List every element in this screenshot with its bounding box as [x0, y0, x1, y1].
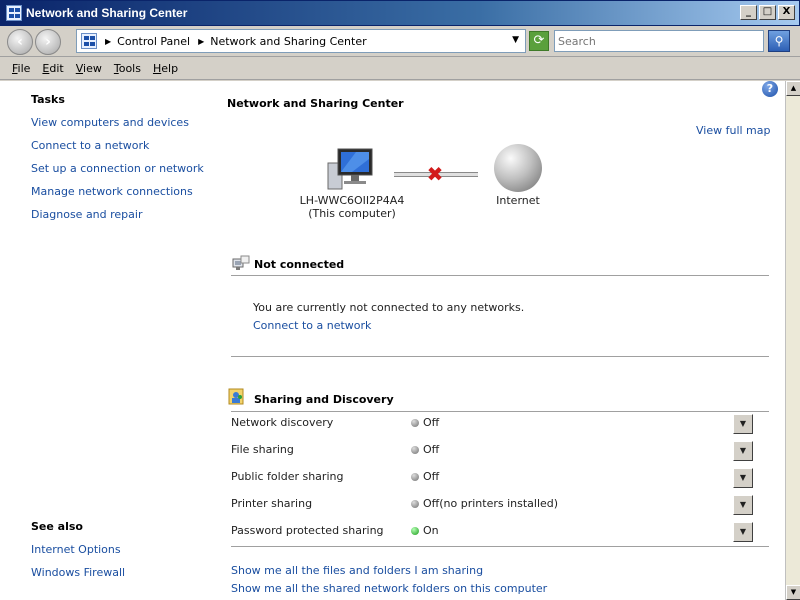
- address-field[interactable]: ▶ Control Panel ▶ Network and Sharing Ce…: [76, 29, 526, 53]
- vertical-scrollbar[interactable]: ▲ ▼: [785, 81, 800, 600]
- menu-file[interactable]: File: [6, 62, 36, 75]
- refresh-button[interactable]: ⟳: [529, 31, 549, 51]
- search-input[interactable]: [554, 30, 764, 52]
- computer-subtitle: (This computer): [308, 207, 396, 220]
- sharing-value: Off: [423, 416, 440, 429]
- sharing-label: Printer sharing: [231, 497, 313, 510]
- sharing-icon: [228, 388, 244, 405]
- menu-view[interactable]: View: [70, 62, 108, 75]
- maximize-button[interactable]: □: [759, 5, 776, 20]
- internet-label: Internet: [496, 194, 540, 207]
- link-internet-options[interactable]: Internet Options: [31, 543, 121, 556]
- task-view-computers[interactable]: View computers and devices: [31, 116, 189, 129]
- breadcrumb-separator-icon[interactable]: ▶: [198, 37, 204, 46]
- breadcrumb-control-panel[interactable]: Control Panel: [117, 35, 190, 48]
- address-bar: ‹ › ▶ Control Panel ▶ Network and Sharin…: [0, 26, 800, 57]
- breadcrumb-separator-icon[interactable]: ▶: [105, 37, 111, 46]
- sharing-value: Off(no printers installed): [423, 497, 559, 510]
- scroll-up-icon[interactable]: ▲: [786, 81, 800, 96]
- divider: [231, 546, 769, 547]
- content-area: ? Tasks View computers and devices Conne…: [0, 81, 785, 600]
- sharing-value: Off: [423, 443, 440, 456]
- divider: [231, 275, 769, 276]
- page-title: Network and Sharing Center: [227, 97, 404, 110]
- view-full-map-link[interactable]: View full map: [696, 124, 771, 137]
- task-manage-connections[interactable]: Manage network connections: [31, 185, 193, 198]
- status-off-icon: [411, 446, 419, 454]
- breadcrumb-network-center[interactable]: Network and Sharing Center: [210, 35, 366, 48]
- sharing-heading: Sharing and Discovery: [254, 393, 394, 406]
- globe-icon[interactable]: [494, 144, 542, 192]
- sharing-label: Public folder sharing: [231, 470, 344, 483]
- sharing-value: On: [423, 524, 439, 537]
- task-diagnose-repair[interactable]: Diagnose and repair: [31, 208, 143, 221]
- minimize-button[interactable]: _: [740, 5, 757, 20]
- close-button[interactable]: X: [778, 5, 795, 20]
- menu-edit[interactable]: Edit: [36, 62, 69, 75]
- sharing-row-printer-sharing: Printer sharing Off(no printers installe…: [231, 495, 753, 515]
- window-controls: _ □ X: [740, 5, 795, 20]
- sharing-row-password-protected: Password protected sharing On ▼: [231, 522, 753, 542]
- expand-button[interactable]: ▼: [733, 522, 753, 542]
- scroll-down-icon[interactable]: ▼: [786, 585, 800, 600]
- connect-to-network-link[interactable]: Connect to a network: [253, 319, 371, 332]
- expand-button[interactable]: ▼: [733, 414, 753, 434]
- expand-button[interactable]: ▼: [733, 495, 753, 515]
- search-button[interactable]: ⚲: [768, 30, 790, 52]
- connection-heading: Not connected: [254, 258, 345, 271]
- back-button[interactable]: ‹: [7, 29, 33, 55]
- computer-icon[interactable]: [326, 147, 376, 191]
- divider: [231, 356, 769, 357]
- sharing-label: Network discovery: [231, 416, 334, 429]
- sharing-row-public-folder: Public folder sharing Off ▼: [231, 468, 753, 488]
- title-bar: Network and Sharing Center _ □ X: [0, 0, 800, 26]
- tasks-heading: Tasks: [31, 93, 65, 106]
- forward-button[interactable]: ›: [35, 29, 61, 55]
- network-disconnected-icon: [232, 255, 250, 270]
- link-windows-firewall[interactable]: Windows Firewall: [31, 566, 125, 579]
- menu-bar: File Edit View Tools Help: [0, 58, 800, 80]
- status-off-icon: [411, 500, 419, 508]
- menu-tools[interactable]: Tools: [108, 62, 147, 75]
- status-on-icon: [411, 527, 419, 535]
- sharing-value: Off: [423, 470, 440, 483]
- computer-name: LH-WWC6OII2P4A4: [299, 194, 405, 207]
- task-setup-connection[interactable]: Set up a connection or network: [31, 162, 204, 175]
- sharing-row-file-sharing: File sharing Off ▼: [231, 441, 753, 461]
- sharing-row-network-discovery: Network discovery Off ▼: [231, 414, 753, 434]
- connection-message: You are currently not connected to any n…: [253, 301, 525, 314]
- expand-button[interactable]: ▼: [733, 468, 753, 488]
- expand-button[interactable]: ▼: [733, 441, 753, 461]
- sharing-label: File sharing: [231, 443, 294, 456]
- show-shared-files-link[interactable]: Show me all the files and folders I am s…: [231, 564, 483, 577]
- divider: [231, 411, 769, 412]
- status-off-icon: [411, 419, 419, 427]
- status-off-icon: [411, 473, 419, 481]
- computer-label: LH-WWC6OII2P4A4 (This computer): [290, 194, 414, 220]
- menu-help[interactable]: Help: [147, 62, 184, 75]
- disconnected-x-icon: ✖: [426, 162, 444, 186]
- sharing-label: Password protected sharing: [231, 524, 384, 537]
- address-dropdown-icon[interactable]: ▼: [512, 35, 519, 45]
- task-connect-network[interactable]: Connect to a network: [31, 139, 149, 152]
- control-panel-icon: [81, 33, 97, 49]
- network-center-icon: [6, 5, 22, 21]
- help-icon[interactable]: ?: [762, 81, 778, 97]
- window-title: Network and Sharing Center: [26, 6, 188, 20]
- show-shared-folders-link[interactable]: Show me all the shared network folders o…: [231, 582, 547, 595]
- see-also-heading: See also: [31, 520, 83, 533]
